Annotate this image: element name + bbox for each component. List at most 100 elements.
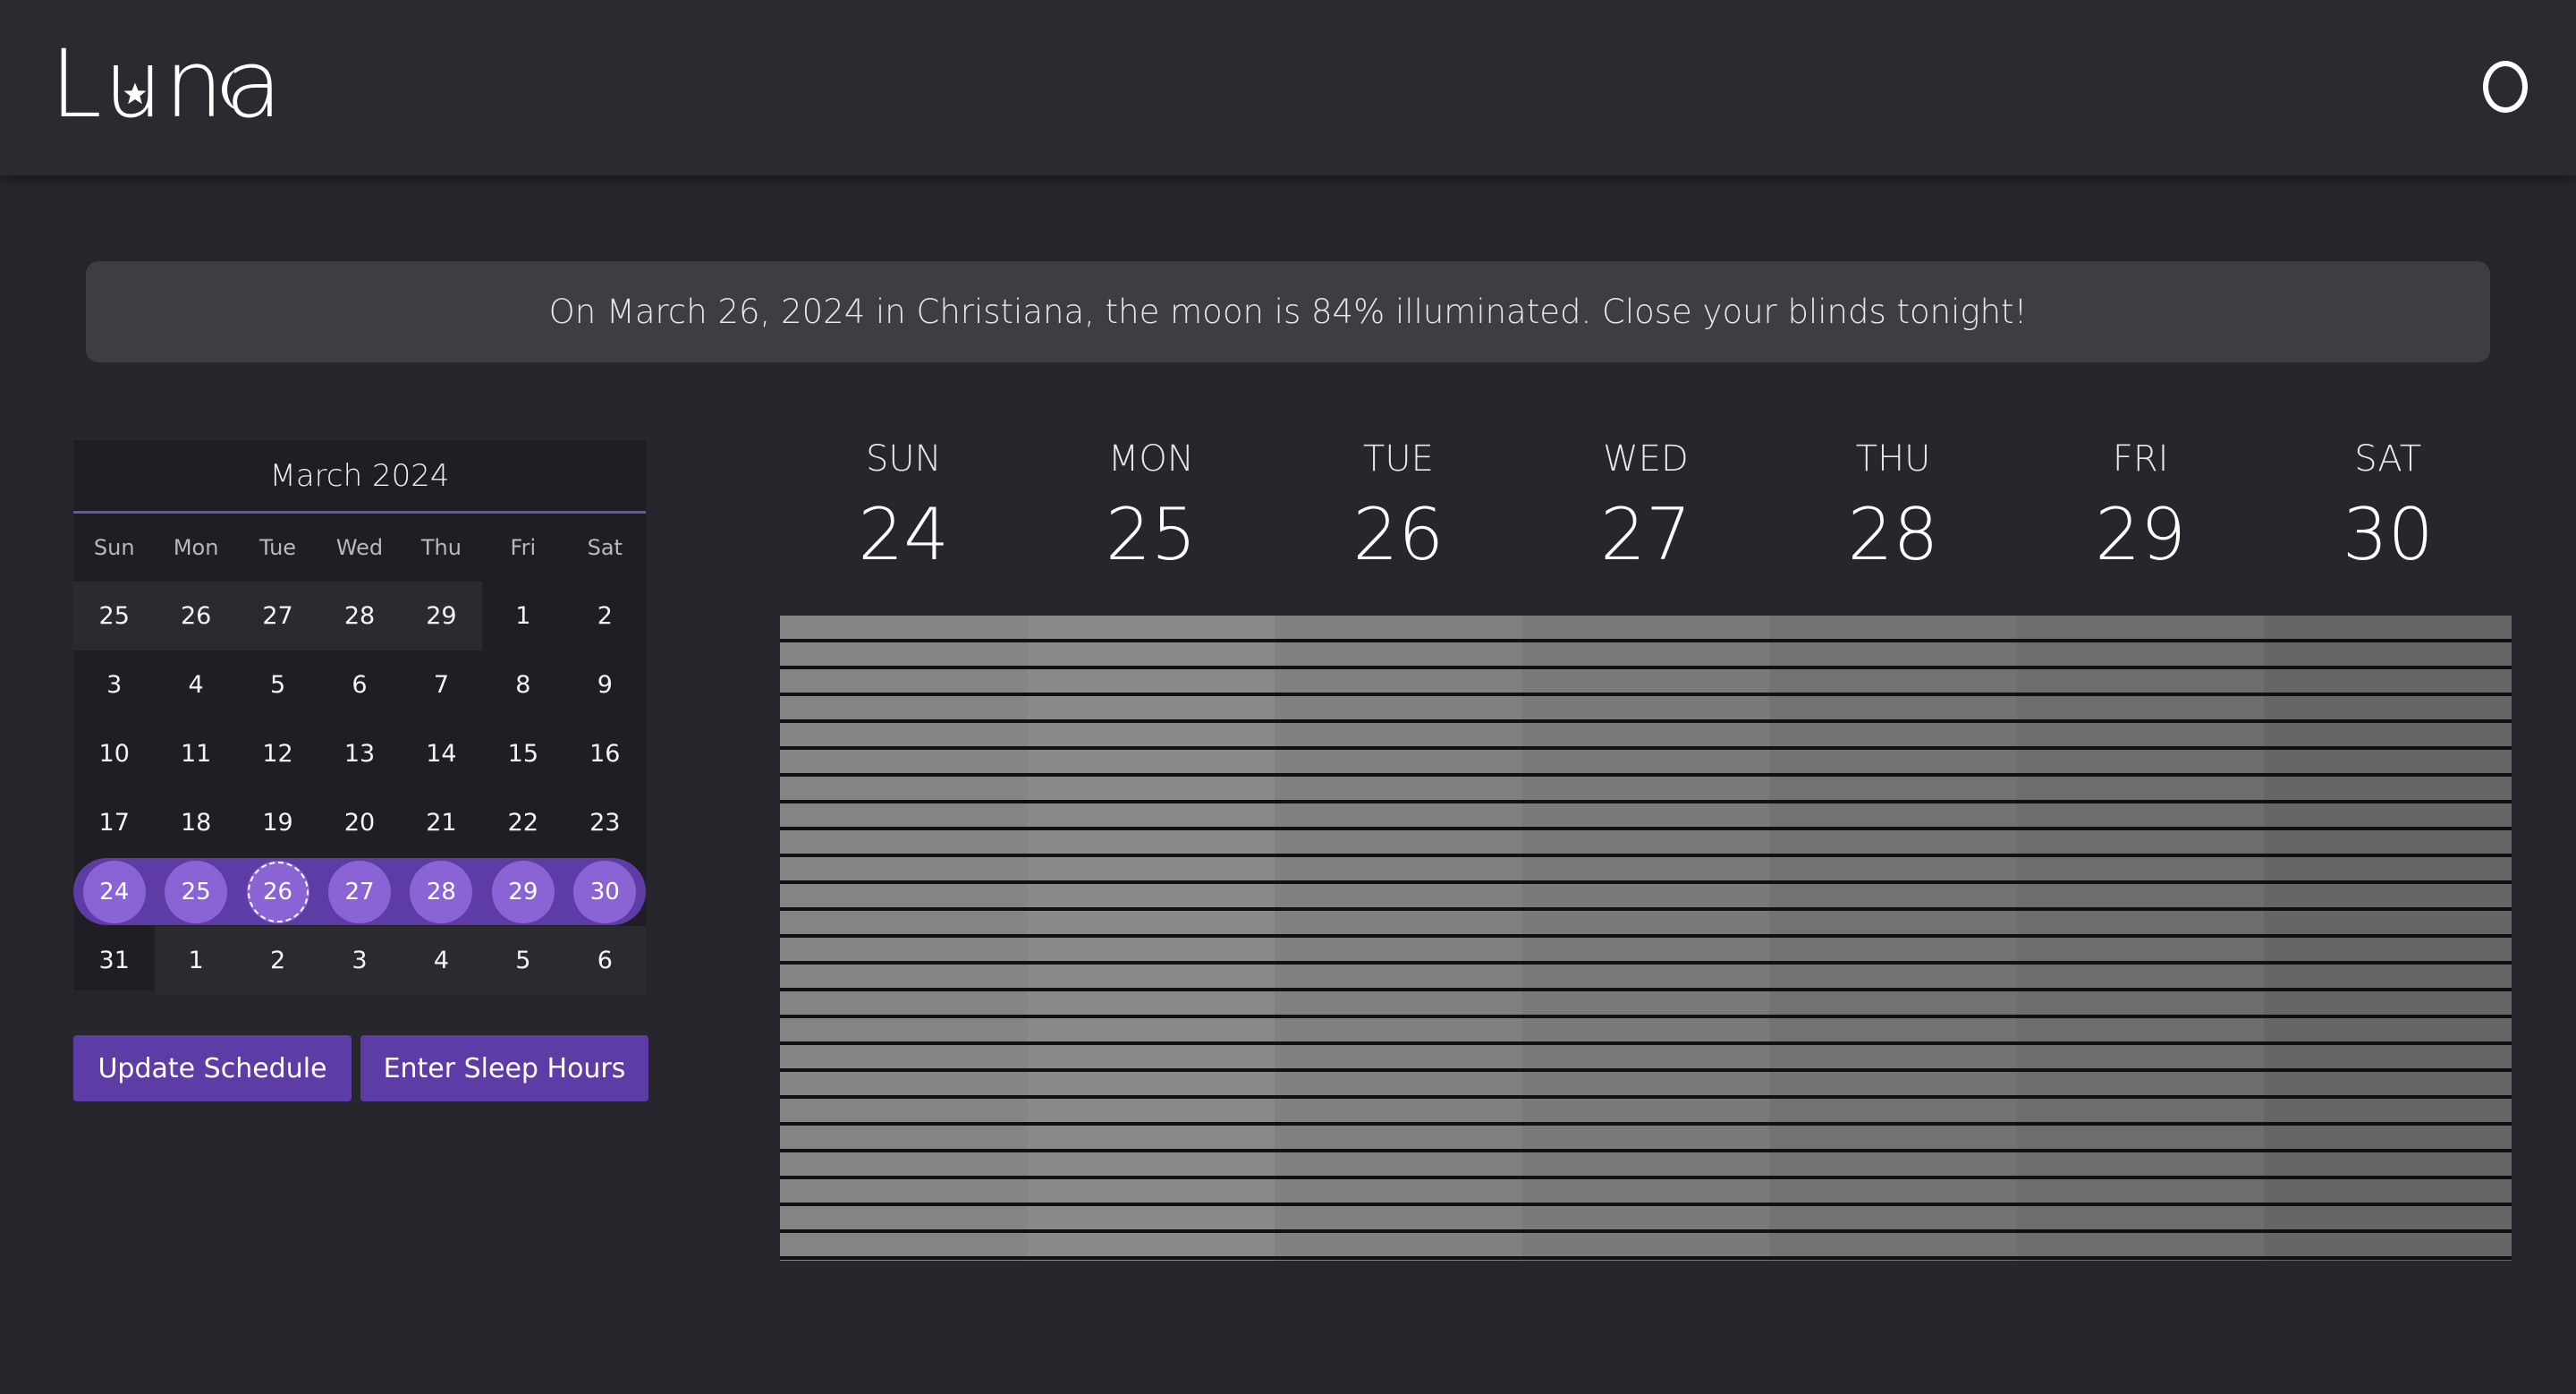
day-circle[interactable]: 25 [165, 860, 228, 923]
week-day-name: SUN [865, 438, 942, 480]
calendar-day[interactable]: 1 [482, 582, 564, 650]
calendar-day[interactable]: 28 [318, 582, 401, 650]
enter-sleep-hours-button[interactable]: Enter Sleep Hours [360, 1035, 648, 1101]
weekday-tue: Tue [259, 535, 297, 560]
calendar-day[interactable]: 19 [237, 788, 318, 857]
weekday-wed: Wed [335, 535, 384, 560]
calendar-day[interactable]: 16 [564, 719, 646, 788]
calendar-day[interactable]: 22 [482, 788, 564, 857]
calendar-day-selected[interactable]: 28 [401, 857, 482, 926]
blinds-schedule-grid [780, 616, 2512, 1261]
schedule-column-thu[interactable] [1769, 616, 2017, 1261]
week-day-date: 27 [1600, 493, 1691, 576]
calendar-week-row: 3 4 5 6 7 8 9 [73, 650, 646, 719]
week-day-date: 28 [1847, 493, 1939, 576]
calendar-day[interactable]: 13 [318, 719, 400, 788]
month-calendar: March 2024 Sun Mon Tue Wed Thu Fri Sat 2… [73, 440, 646, 995]
calendar-day[interactable]: 15 [482, 719, 564, 788]
banner-message: On March 26, 2024 in Christiana, the moo… [548, 293, 2028, 331]
week-day-date: 25 [1105, 493, 1197, 576]
week-day-date: 30 [2342, 493, 2434, 576]
schedule-column-sat[interactable] [2264, 616, 2512, 1261]
schedule-column-wed[interactable] [1521, 616, 1770, 1261]
day-circle[interactable]: 28 [410, 860, 473, 923]
calendar-day-today[interactable]: 26 [237, 857, 318, 926]
calendar-week-row: 10 11 12 13 14 15 16 [73, 719, 646, 788]
calendar-day[interactable]: 27 [236, 582, 319, 650]
calendar-day-selected[interactable]: 25 [155, 857, 236, 926]
calendar-day-selected[interactable]: 29 [482, 857, 564, 926]
calendar-day[interactable]: 12 [237, 719, 318, 788]
week-day-sun: SUN 24 [780, 428, 1028, 589]
schedule-column-mon[interactable] [1027, 616, 1275, 1261]
calendar-day[interactable]: 20 [318, 788, 400, 857]
logo-letter-a: a [221, 38, 284, 131]
calendar-day[interactable]: 7 [401, 650, 482, 719]
calendar-week-row: 31 1 2 3 4 5 6 [73, 926, 646, 995]
calendar-day[interactable]: 10 [73, 719, 155, 788]
weekday-sun: Sun [93, 535, 135, 560]
week-day-wed: WED 27 [1522, 428, 1770, 589]
calendar-day[interactable]: 25 [73, 582, 156, 650]
schedule-column-fri[interactable] [2016, 616, 2265, 1261]
week-day-name: TUE [1362, 438, 1434, 480]
day-circle[interactable]: 29 [491, 860, 555, 923]
moon-icon[interactable] [2483, 61, 2528, 113]
calendar-day[interactable]: 17 [73, 788, 155, 857]
day-circle[interactable]: 30 [573, 860, 637, 923]
logo-letter-u: u [103, 30, 165, 139]
calendar-day[interactable]: 29 [400, 582, 483, 650]
calendar-day[interactable]: 11 [155, 719, 236, 788]
calendar-day[interactable]: 14 [401, 719, 482, 788]
calendar-week-row: 25 26 27 28 29 1 2 [73, 582, 646, 650]
schedule-column-tue[interactable] [1275, 616, 1522, 1261]
day-circle[interactable]: 27 [327, 860, 391, 923]
calendar-day[interactable]: 5 [237, 650, 318, 719]
calendar-week-row: 17 18 19 20 21 22 23 [73, 788, 646, 857]
calendar-day[interactable]: 2 [236, 926, 319, 995]
calendar-selected-week-row[interactable]: 24 25 26 27 28 29 30 [73, 857, 646, 926]
day-circle[interactable]: 24 [82, 860, 146, 923]
luna-logo[interactable]: Lu na [50, 30, 284, 139]
weekday-thu: Thu [420, 535, 462, 560]
week-day-name: MON [1107, 438, 1194, 480]
calendar-day[interactable]: 9 [564, 650, 646, 719]
moon-illumination-banner: On March 26, 2024 in Christiana, the moo… [86, 261, 2490, 362]
week-day-tue: TUE 26 [1275, 428, 1522, 589]
calendar-day[interactable]: 4 [155, 650, 236, 719]
week-day-date: 29 [2095, 493, 2187, 576]
day-circle-today[interactable]: 26 [246, 860, 309, 923]
star-icon [123, 82, 147, 105]
app-header: Lu na [0, 0, 2576, 175]
week-day-date: 24 [858, 493, 950, 576]
calendar-day[interactable]: 3 [73, 650, 155, 719]
calendar-day[interactable]: 23 [564, 788, 646, 857]
schedule-column-sun[interactable] [780, 616, 1028, 1261]
calendar-day[interactable]: 3 [318, 926, 401, 995]
week-day-sat: SAT 30 [2264, 428, 2512, 589]
calendar-day[interactable]: 6 [318, 650, 400, 719]
calendar-weekday-header: Sun Mon Tue Wed Thu Fri Sat [73, 514, 646, 582]
calendar-day[interactable]: 18 [155, 788, 236, 857]
logo-letter-l: L [50, 30, 104, 139]
calendar-day[interactable]: 1 [155, 926, 237, 995]
calendar-day[interactable]: 4 [400, 926, 483, 995]
calendar-day[interactable]: 5 [482, 926, 564, 995]
logo-letter-n: n [164, 30, 225, 139]
calendar-day[interactable]: 21 [401, 788, 482, 857]
week-day-date: 26 [1352, 493, 1445, 576]
calendar-day-selected[interactable]: 27 [318, 857, 400, 926]
calendar-day[interactable]: 8 [482, 650, 564, 719]
calendar-day-selected[interactable]: 30 [564, 857, 646, 926]
calendar-day[interactable]: 26 [155, 582, 237, 650]
calendar-day[interactable]: 2 [564, 582, 646, 650]
calendar-day[interactable]: 31 [73, 926, 155, 995]
weekday-fri: Fri [510, 535, 537, 560]
crescent-moon-icon [221, 68, 243, 111]
calendar-day-selected[interactable]: 24 [73, 857, 155, 926]
week-day-header: SUN 24 MON 25 TUE 26 WED 27 THU 28 FRI 2… [780, 428, 2512, 589]
weekday-mon: Mon [173, 535, 219, 560]
calendar-day[interactable]: 6 [564, 926, 646, 995]
week-day-thu: THU 28 [1769, 428, 2017, 589]
update-schedule-button[interactable]: Update Schedule [73, 1035, 352, 1101]
